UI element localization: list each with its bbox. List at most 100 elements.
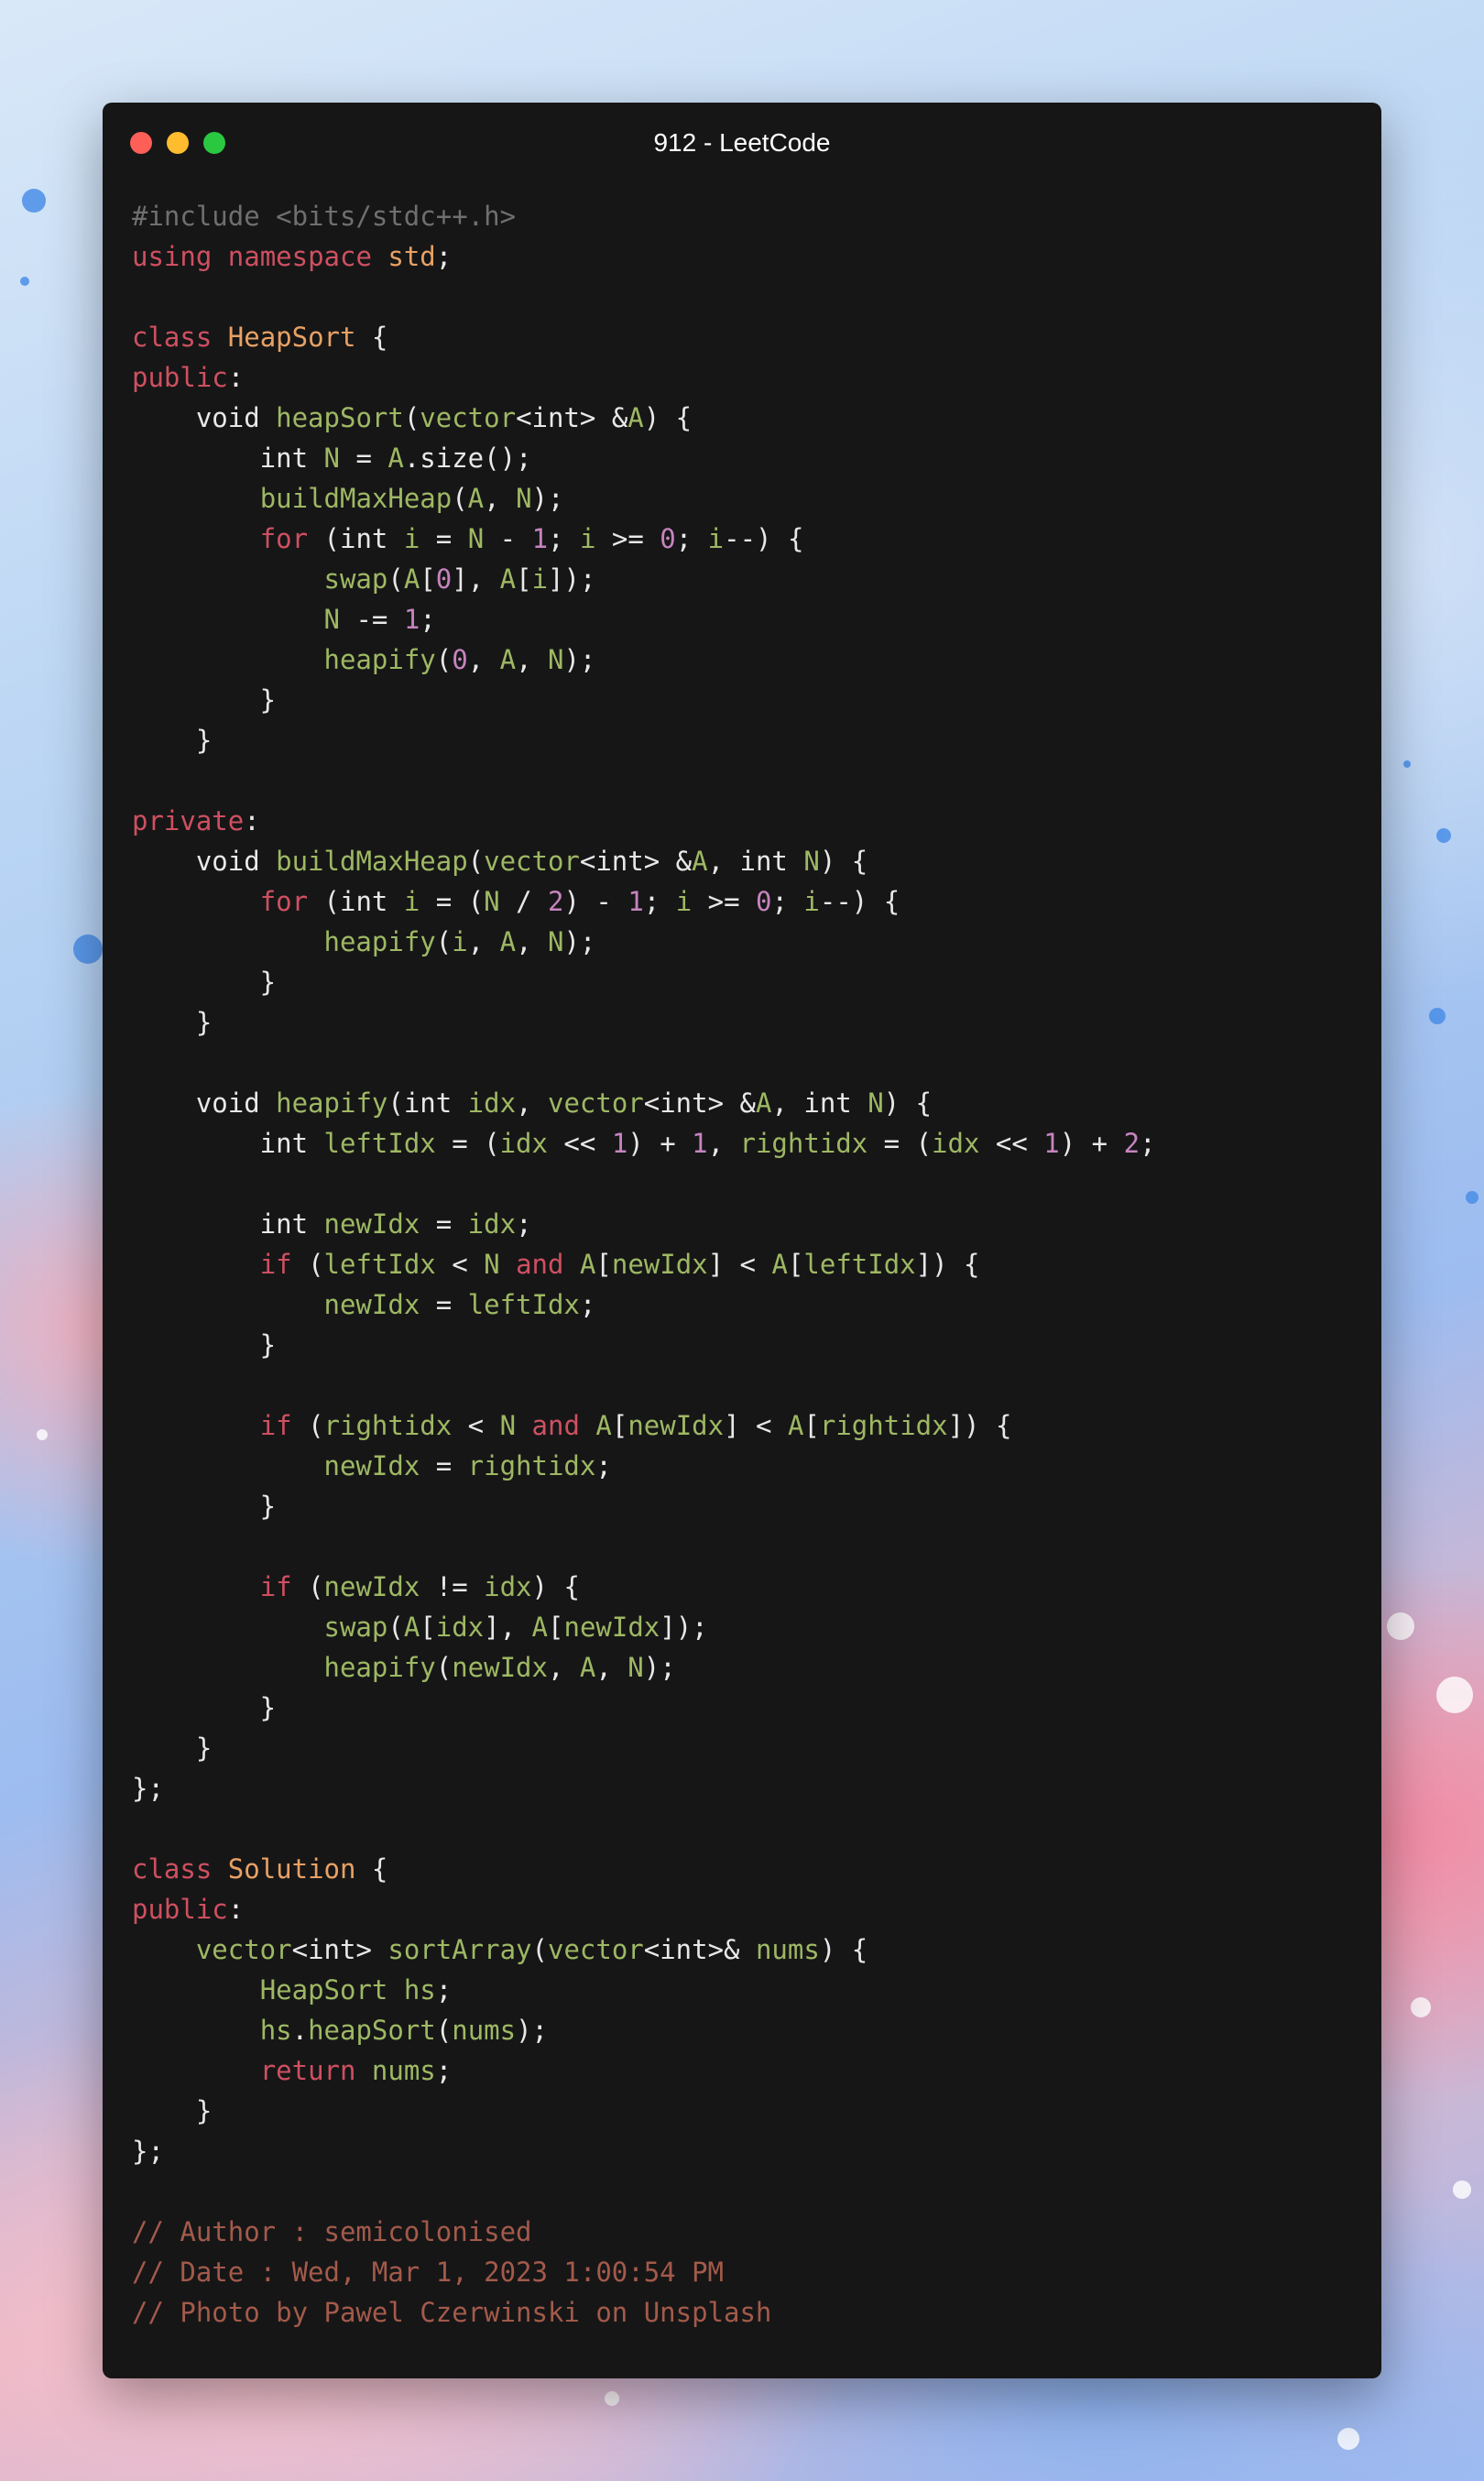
identifier: idx [435,1612,485,1643]
code-text: ( [291,1249,324,1280]
code-text: (int [308,886,404,917]
code-text: --) { [724,523,804,554]
identifier: vector [195,1934,292,1965]
preprocessor-directive: #include <bits/stdc++.h> [132,201,517,232]
code-text: } [132,1329,277,1361]
keyword: public [132,362,228,393]
identifier: leftIdx [467,1289,580,1320]
code-line: } [132,1002,1156,1043]
code-text: ]) { [947,1410,1012,1441]
code-text: ) { [883,1087,933,1119]
code-line: HeapSort hs; [132,1970,1156,2010]
background-bubble [20,277,29,286]
identifier: N [323,604,340,635]
identifier: i [803,886,820,917]
background-bubble [1403,760,1411,768]
code-text: } [132,967,277,998]
code-text: ) { [531,1571,580,1602]
identifier: newIdx [323,1289,420,1320]
code-text: <int>& [643,1934,756,1965]
identifier: i [675,886,693,917]
code-line: } [132,680,1156,720]
identifier: A [499,563,517,595]
code-text: ; [579,1289,596,1320]
code-text: (int [387,1087,468,1119]
code-text: ]); [548,563,596,595]
identifier: leftIdx [323,1128,436,1159]
identifier: N [627,1652,644,1683]
code-text: --) { [819,886,900,917]
code-text: / [499,886,549,917]
identifier: A [579,1249,596,1280]
code-text: , [516,926,548,957]
number-literal: 1 [627,886,644,917]
code-text: ; [675,523,708,554]
identifier: heapSort [276,402,404,433]
code-line: void heapify(int idx, vector<int> &A, in… [132,1083,1156,1123]
identifier: newIdx [627,1410,725,1441]
background-bubble [1453,2180,1471,2199]
background-bubble [605,2391,619,2406]
code-text: . [291,2015,309,2046]
background-bubble [1436,828,1451,843]
identifier: A [595,1410,612,1441]
identifier: idx [499,1128,548,1159]
code-line: for (int i = (N / 2) - 1; i >= 0; i--) { [132,881,1156,922]
identifier: A [787,1410,804,1441]
identifier: N [547,926,564,957]
code-text: ); [563,644,596,675]
code-text: ( [435,926,453,957]
identifier: newIdx [611,1249,708,1280]
identifier: N [484,1249,500,1280]
identifier: N [803,846,820,877]
identifier: leftIdx [803,1249,916,1280]
code-text: [ [548,1612,564,1643]
code-text: [ [420,1612,436,1643]
code-text: : [244,805,260,836]
code-text: [ [611,1410,628,1441]
identifier: HeapSort [259,1974,388,2006]
code-line: // Photo by Pawel Czerwinski on Unsplash [132,2292,1156,2333]
background-bubble [1387,1612,1414,1640]
code-text: , [484,483,517,514]
identifier: heapify [323,926,436,957]
number-literal: 1 [403,604,420,635]
number-literal: 1 [692,1128,708,1159]
identifier: i [707,523,725,554]
keyword: and [531,1410,580,1441]
code-text: } [132,1692,277,1723]
code-text: int [132,443,324,474]
identifier: N [499,1410,517,1441]
code-text: ]) { [915,1249,980,1280]
code-text: , [467,644,500,675]
background-bubble [1411,1997,1431,2017]
keyword: public [132,1894,228,1925]
code-line: }; [132,1768,1156,1809]
code-text: [ [803,1410,820,1441]
code-text: ); [531,483,564,514]
code-text: ; [435,241,453,272]
code-text: : [227,362,245,393]
identifier: A [579,1652,596,1683]
code-text: { [355,1853,388,1885]
code-text: ( [291,1571,324,1602]
identifier: i [403,523,420,554]
code-text: , [516,644,548,675]
code-text: -= [339,604,404,635]
identifier: leftIdx [323,1249,436,1280]
code-text: ; [420,604,436,635]
window-titlebar: 912 - LeetCode [103,103,1381,180]
number-literal: 2 [1123,1128,1140,1159]
code-line: class Solution { [132,1849,1156,1889]
code-line: int N = A.size(); [132,438,1156,478]
code-line: } [132,1486,1156,1526]
code-text: }; [132,2136,164,2167]
identifier: buildMaxHeap [276,846,468,877]
